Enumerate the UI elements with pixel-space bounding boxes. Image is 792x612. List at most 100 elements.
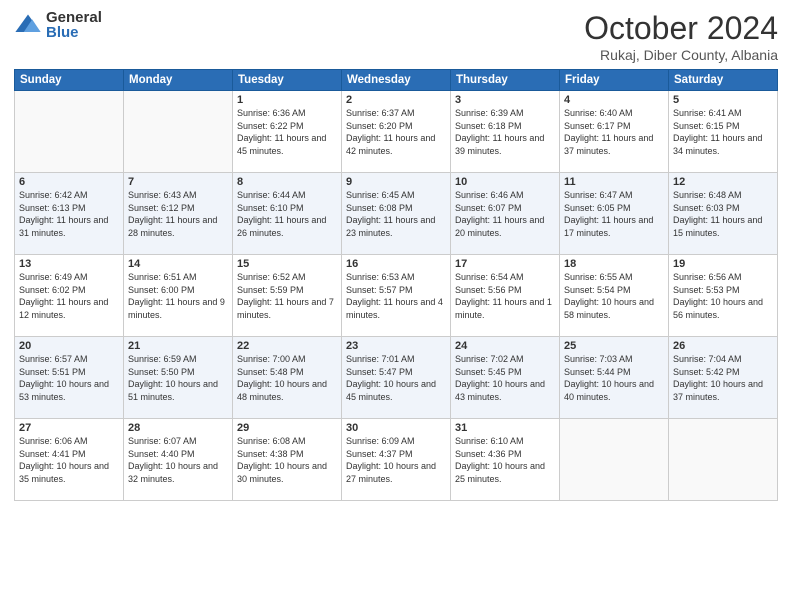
day-info: Sunrise: 6:55 AM Sunset: 5:54 PM Dayligh… [564,271,664,321]
day-number: 7 [128,176,228,188]
calendar-day: 7Sunrise: 6:43 AM Sunset: 6:12 PM Daylig… [124,173,233,255]
header-thursday: Thursday [451,70,560,91]
day-number: 26 [673,340,773,352]
day-info: Sunrise: 6:10 AM Sunset: 4:36 PM Dayligh… [455,435,555,485]
page-header: General Blue October 2024 Rukaj, Diber C… [14,10,778,63]
calendar-day: 4Sunrise: 6:40 AM Sunset: 6:17 PM Daylig… [560,91,669,173]
calendar-week-5: 27Sunrise: 6:06 AM Sunset: 4:41 PM Dayli… [15,419,778,501]
header-tuesday: Tuesday [233,70,342,91]
calendar-day: 10Sunrise: 6:46 AM Sunset: 6:07 PM Dayli… [451,173,560,255]
day-info: Sunrise: 6:49 AM Sunset: 6:02 PM Dayligh… [19,271,119,321]
day-number: 21 [128,340,228,352]
calendar-day: 22Sunrise: 7:00 AM Sunset: 5:48 PM Dayli… [233,337,342,419]
day-info: Sunrise: 6:45 AM Sunset: 6:08 PM Dayligh… [346,189,446,239]
day-info: Sunrise: 6:57 AM Sunset: 5:51 PM Dayligh… [19,353,119,403]
day-info: Sunrise: 6:09 AM Sunset: 4:37 PM Dayligh… [346,435,446,485]
calendar-day: 3Sunrise: 6:39 AM Sunset: 6:18 PM Daylig… [451,91,560,173]
day-info: Sunrise: 7:02 AM Sunset: 5:45 PM Dayligh… [455,353,555,403]
day-info: Sunrise: 7:03 AM Sunset: 5:44 PM Dayligh… [564,353,664,403]
calendar-day: 14Sunrise: 6:51 AM Sunset: 6:00 PM Dayli… [124,255,233,337]
calendar-day: 16Sunrise: 6:53 AM Sunset: 5:57 PM Dayli… [342,255,451,337]
calendar-day: 23Sunrise: 7:01 AM Sunset: 5:47 PM Dayli… [342,337,451,419]
day-number: 29 [237,422,337,434]
calendar-day: 29Sunrise: 6:08 AM Sunset: 4:38 PM Dayli… [233,419,342,501]
calendar-day: 6Sunrise: 6:42 AM Sunset: 6:13 PM Daylig… [15,173,124,255]
calendar-day: 25Sunrise: 7:03 AM Sunset: 5:44 PM Dayli… [560,337,669,419]
day-number: 5 [673,94,773,106]
day-info: Sunrise: 6:07 AM Sunset: 4:40 PM Dayligh… [128,435,228,485]
calendar-day [15,91,124,173]
day-number: 10 [455,176,555,188]
day-info: Sunrise: 6:52 AM Sunset: 5:59 PM Dayligh… [237,271,337,321]
calendar-week-4: 20Sunrise: 6:57 AM Sunset: 5:51 PM Dayli… [15,337,778,419]
calendar-day: 12Sunrise: 6:48 AM Sunset: 6:03 PM Dayli… [669,173,778,255]
day-number: 9 [346,176,446,188]
day-number: 14 [128,258,228,270]
day-info: Sunrise: 6:43 AM Sunset: 6:12 PM Dayligh… [128,189,228,239]
logo-general: General [46,10,102,25]
day-info: Sunrise: 6:42 AM Sunset: 6:13 PM Dayligh… [19,189,119,239]
calendar-day: 31Sunrise: 6:10 AM Sunset: 4:36 PM Dayli… [451,419,560,501]
day-number: 11 [564,176,664,188]
calendar-week-2: 6Sunrise: 6:42 AM Sunset: 6:13 PM Daylig… [15,173,778,255]
header-monday: Monday [124,70,233,91]
calendar-day: 30Sunrise: 6:09 AM Sunset: 4:37 PM Dayli… [342,419,451,501]
logo-icon [14,11,42,39]
calendar-day: 27Sunrise: 6:06 AM Sunset: 4:41 PM Dayli… [15,419,124,501]
logo-blue: Blue [46,25,102,40]
day-number: 15 [237,258,337,270]
calendar-day: 2Sunrise: 6:37 AM Sunset: 6:20 PM Daylig… [342,91,451,173]
month-title: October 2024 [584,10,778,47]
calendar-day: 8Sunrise: 6:44 AM Sunset: 6:10 PM Daylig… [233,173,342,255]
calendar: SundayMondayTuesdayWednesdayThursdayFrid… [14,69,778,501]
day-info: Sunrise: 6:08 AM Sunset: 4:38 PM Dayligh… [237,435,337,485]
logo-text: General Blue [46,10,102,40]
day-number: 27 [19,422,119,434]
day-info: Sunrise: 6:54 AM Sunset: 5:56 PM Dayligh… [455,271,555,321]
calendar-day: 21Sunrise: 6:59 AM Sunset: 5:50 PM Dayli… [124,337,233,419]
day-number: 31 [455,422,555,434]
calendar-day: 9Sunrise: 6:45 AM Sunset: 6:08 PM Daylig… [342,173,451,255]
day-info: Sunrise: 6:59 AM Sunset: 5:50 PM Dayligh… [128,353,228,403]
header-saturday: Saturday [669,70,778,91]
calendar-day: 13Sunrise: 6:49 AM Sunset: 6:02 PM Dayli… [15,255,124,337]
day-info: Sunrise: 6:41 AM Sunset: 6:15 PM Dayligh… [673,107,773,157]
logo: General Blue [14,10,102,40]
calendar-week-3: 13Sunrise: 6:49 AM Sunset: 6:02 PM Dayli… [15,255,778,337]
day-info: Sunrise: 7:00 AM Sunset: 5:48 PM Dayligh… [237,353,337,403]
calendar-week-1: 1Sunrise: 6:36 AM Sunset: 6:22 PM Daylig… [15,91,778,173]
header-row: SundayMondayTuesdayWednesdayThursdayFrid… [15,70,778,91]
day-number: 25 [564,340,664,352]
day-info: Sunrise: 6:39 AM Sunset: 6:18 PM Dayligh… [455,107,555,157]
day-info: Sunrise: 7:04 AM Sunset: 5:42 PM Dayligh… [673,353,773,403]
location: Rukaj, Diber County, Albania [584,47,778,63]
day-number: 2 [346,94,446,106]
calendar-day: 24Sunrise: 7:02 AM Sunset: 5:45 PM Dayli… [451,337,560,419]
calendar-day: 19Sunrise: 6:56 AM Sunset: 5:53 PM Dayli… [669,255,778,337]
day-number: 12 [673,176,773,188]
calendar-day [669,419,778,501]
day-number: 20 [19,340,119,352]
day-number: 17 [455,258,555,270]
header-wednesday: Wednesday [342,70,451,91]
day-info: Sunrise: 6:46 AM Sunset: 6:07 PM Dayligh… [455,189,555,239]
day-number: 30 [346,422,446,434]
day-info: Sunrise: 6:53 AM Sunset: 5:57 PM Dayligh… [346,271,446,321]
day-number: 4 [564,94,664,106]
day-number: 24 [455,340,555,352]
calendar-day [124,91,233,173]
day-info: Sunrise: 6:40 AM Sunset: 6:17 PM Dayligh… [564,107,664,157]
header-sunday: Sunday [15,70,124,91]
day-info: Sunrise: 6:56 AM Sunset: 5:53 PM Dayligh… [673,271,773,321]
day-number: 22 [237,340,337,352]
day-number: 23 [346,340,446,352]
calendar-day: 17Sunrise: 6:54 AM Sunset: 5:56 PM Dayli… [451,255,560,337]
day-number: 13 [19,258,119,270]
day-info: Sunrise: 6:37 AM Sunset: 6:20 PM Dayligh… [346,107,446,157]
day-number: 18 [564,258,664,270]
calendar-day: 5Sunrise: 6:41 AM Sunset: 6:15 PM Daylig… [669,91,778,173]
day-info: Sunrise: 6:44 AM Sunset: 6:10 PM Dayligh… [237,189,337,239]
calendar-day: 15Sunrise: 6:52 AM Sunset: 5:59 PM Dayli… [233,255,342,337]
day-info: Sunrise: 6:51 AM Sunset: 6:00 PM Dayligh… [128,271,228,321]
calendar-day: 20Sunrise: 6:57 AM Sunset: 5:51 PM Dayli… [15,337,124,419]
